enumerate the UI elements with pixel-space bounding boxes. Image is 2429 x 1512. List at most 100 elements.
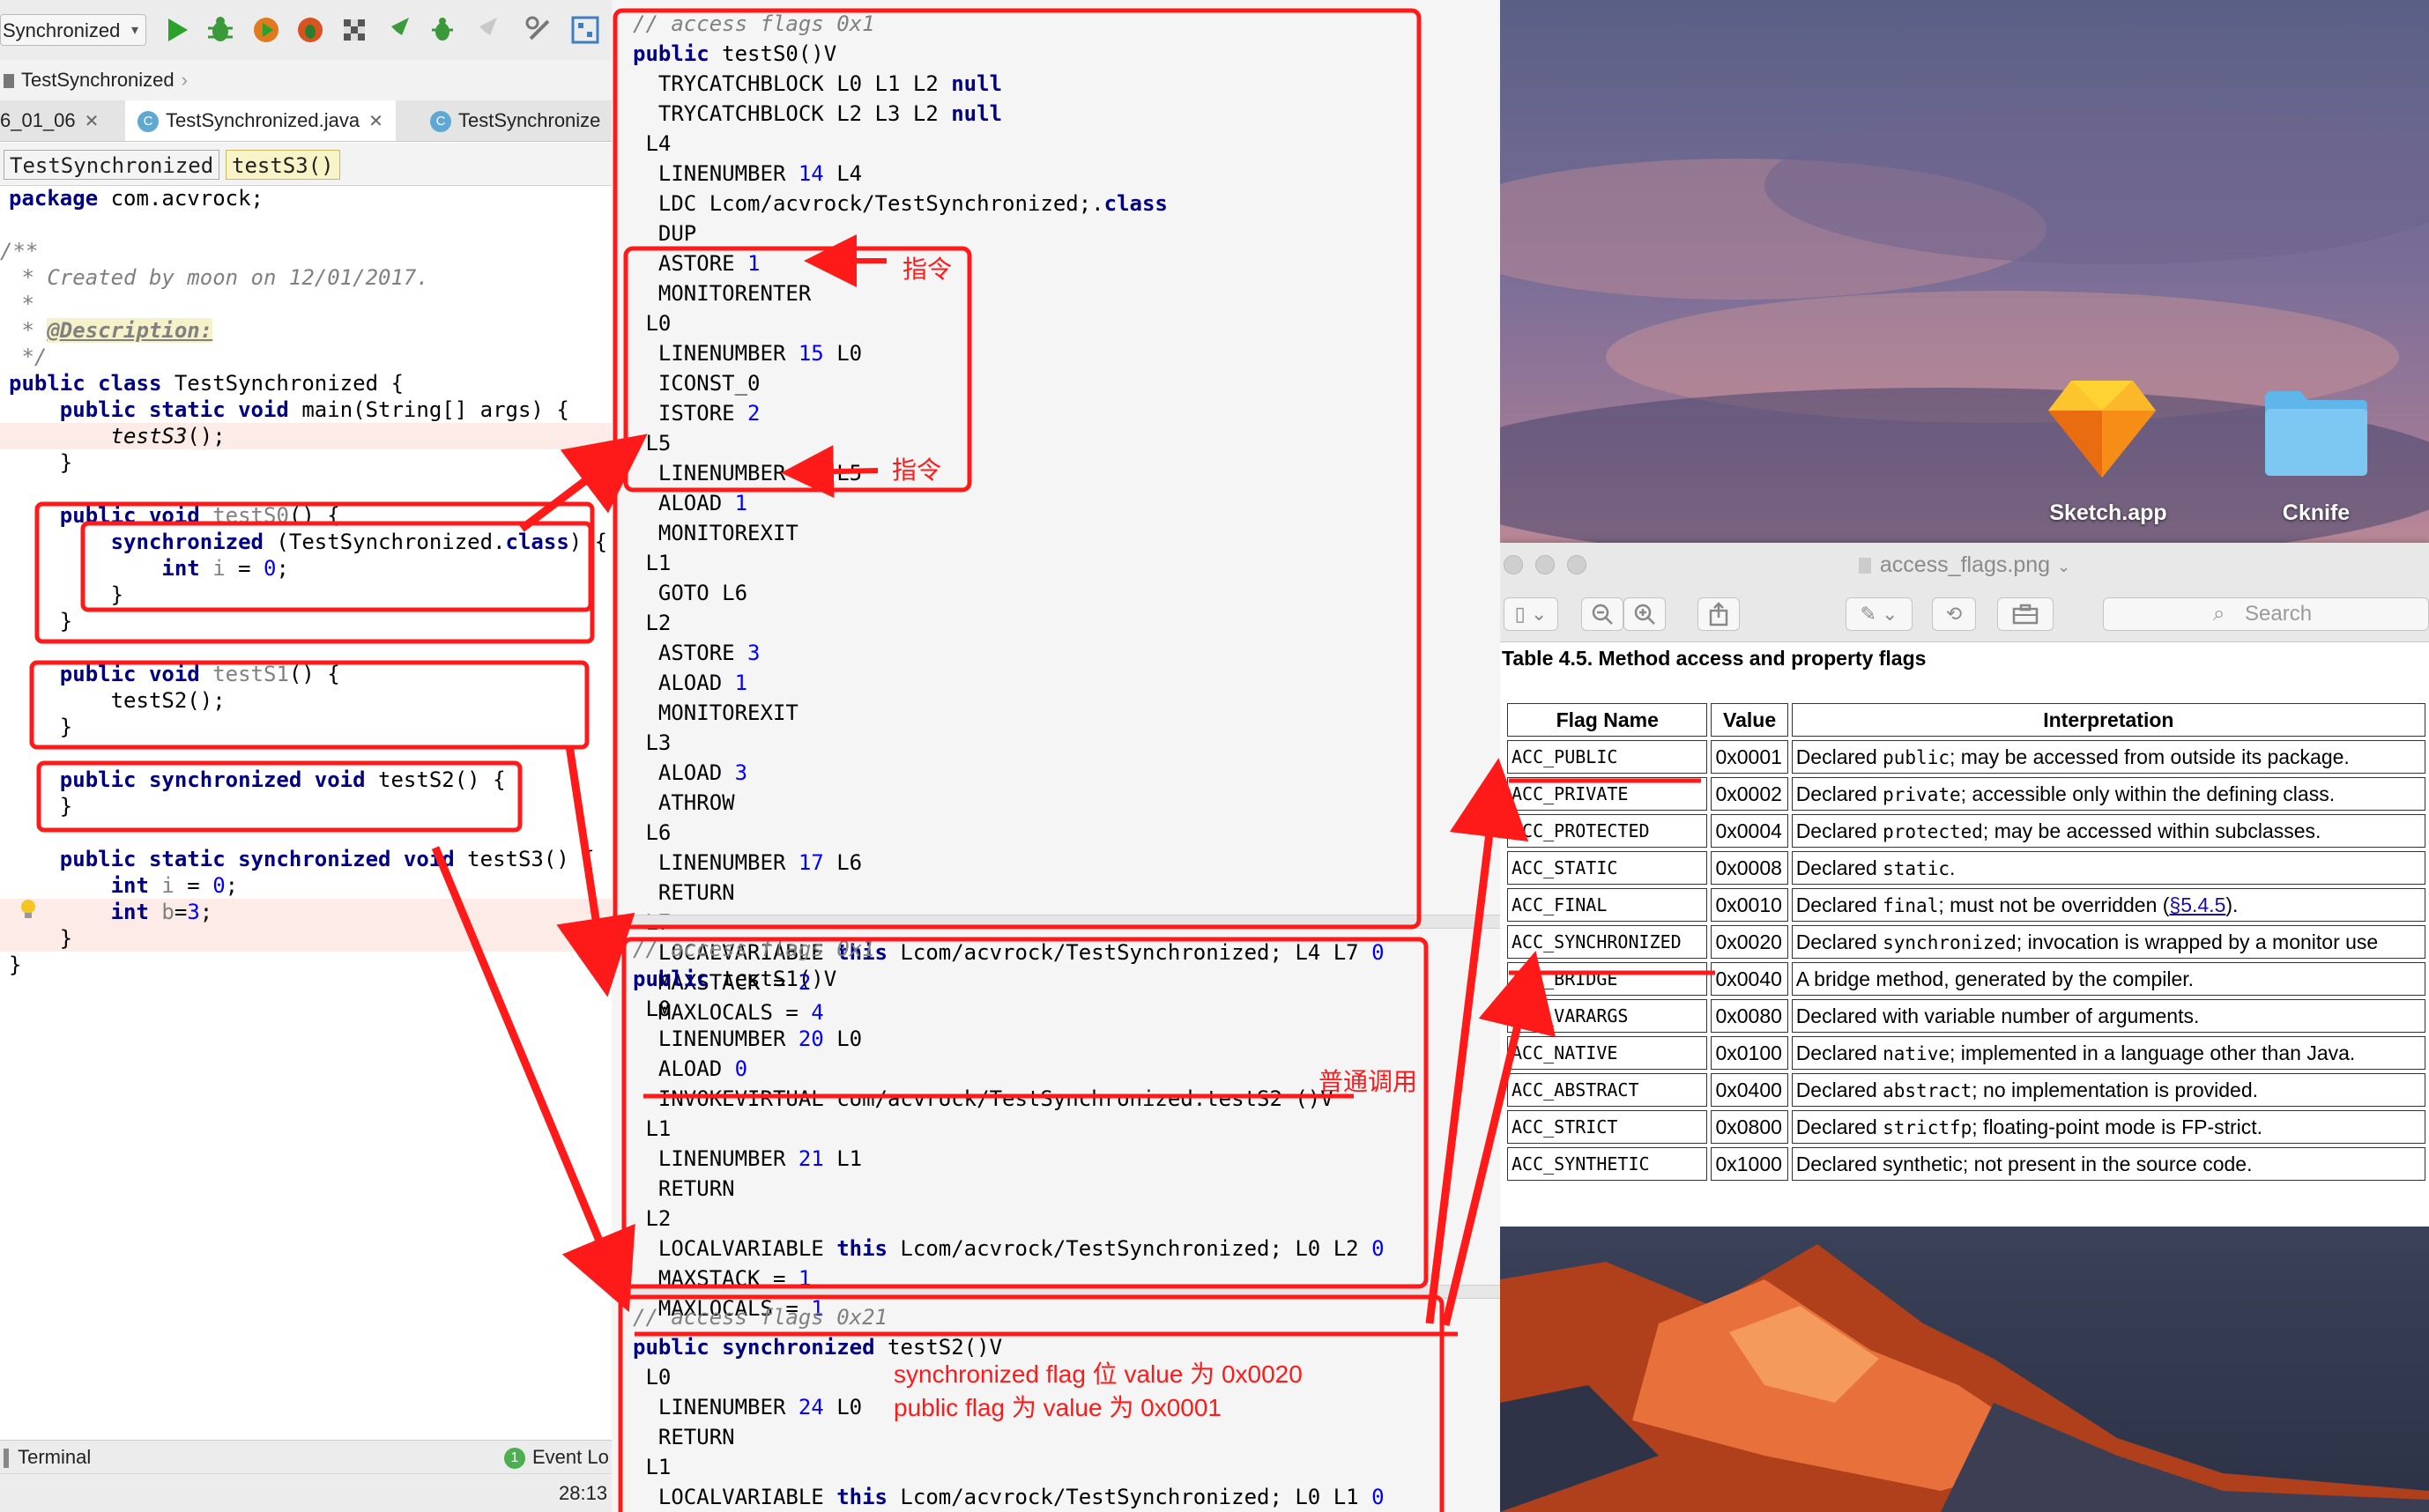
- deploy-icon[interactable]: [383, 14, 414, 46]
- search-icon: ⌕: [2213, 602, 2225, 626]
- debug-icon[interactable]: [204, 14, 236, 46]
- debug-remote-icon[interactable]: [427, 14, 458, 46]
- table-row: ACC_FINAL 0x0010 Declared final; must not …: [1507, 888, 2425, 922]
- block-separator: [612, 1285, 1500, 1299]
- annotation-normal-call: 普通调用: [1318, 1068, 1418, 1095]
- table-row: ACC_PUBLIC 0x0001 Declared public; may be …: [1507, 740, 2425, 774]
- flag-interpretation-cell: Declared with variable number of argumen…: [1791, 999, 2425, 1033]
- chevron-down-icon: ⌄: [2057, 558, 2071, 575]
- bytecode-line: // access flags 0x1: [633, 937, 875, 961]
- bytecode-line: L0: [633, 997, 672, 1021]
- code-line: public void testS1() {: [59, 662, 340, 686]
- zoom-in-icon: [1634, 604, 1655, 625]
- desktop-icon-label[interactable]: Sketch.app: [1994, 500, 2223, 526]
- status-bar: 28:13: [0, 1473, 612, 1512]
- bytecode-line: ATHROW: [633, 790, 735, 815]
- flag-name-cell: ACC_BRIDGE: [1507, 962, 1708, 996]
- close-icon[interactable]: ✕: [368, 112, 383, 131]
- sidebar-toggle-button[interactable]: ▯ ⌄: [1504, 597, 1558, 631]
- chevron-right-icon: ›: [181, 69, 188, 91]
- sketch-app-icon[interactable]: [2045, 375, 2159, 481]
- project-structure-icon[interactable]: [569, 14, 601, 46]
- flag-name-cell: ACC_SYNCHRONIZED: [1507, 925, 1708, 959]
- markup-pen-button[interactable]: ✎ ⌄: [1846, 597, 1913, 631]
- flag-interpretation-cell: A bridge method, generated by the compil…: [1791, 962, 2425, 996]
- run-coverage-icon[interactable]: [250, 14, 282, 46]
- flag-name-cell: ACC_PRIVATE: [1507, 777, 1708, 811]
- run-icon[interactable]: [160, 14, 192, 46]
- lightbulb-icon[interactable]: [19, 899, 37, 920]
- flag-interpretation-cell: Declared native; implemented in a langua…: [1791, 1036, 2425, 1070]
- folder-icon[interactable]: [2262, 386, 2371, 478]
- run-config-select[interactable]: Synchronized ▾: [0, 14, 146, 46]
- bytecode-line: ALOAD 0: [633, 1056, 748, 1081]
- bytecode-line: L2: [633, 1206, 672, 1231]
- checker-icon[interactable]: [338, 14, 370, 46]
- code-line: public synchronized void testS2() {: [59, 767, 506, 792]
- bytecode-line: INVOKEVIRTUAL com/acvrock/TestSynchroniz…: [633, 1086, 1333, 1111]
- bytecode-line: ALOAD 1: [633, 491, 748, 515]
- flag-value-cell: 0x0400: [1711, 1073, 1788, 1107]
- bytecode-line: LINENUMBER 24 L0: [633, 1395, 863, 1419]
- profile-icon[interactable]: [294, 14, 326, 46]
- ide-window: Synchronized ▾ TestSynchronized › 6_01_06…: [0, 0, 613, 1512]
- bytecode-line: L4: [633, 131, 672, 156]
- bytecode-line: TRYCATCHBLOCK L0 L1 L2 null: [633, 71, 1003, 96]
- flag-name-cell: ACC_STRICT: [1507, 1110, 1708, 1144]
- table-row: ACC_STATIC 0x0008 Declared static.: [1507, 851, 2425, 885]
- flag-name-cell: ACC_FINAL: [1507, 888, 1708, 922]
- rotate-button[interactable]: ⟲: [1932, 597, 1976, 631]
- desktop-icon-label[interactable]: Cknife: [2228, 500, 2404, 526]
- caret-position[interactable]: 28:13: [559, 1474, 607, 1512]
- bytecode-line: public testS1()V: [633, 967, 837, 991]
- bytecode-line: RETURN: [633, 880, 735, 905]
- tab-label: 6_01_06: [0, 109, 76, 131]
- share-button[interactable]: [1697, 597, 1740, 631]
- toolbox-button[interactable]: [1997, 597, 2054, 631]
- table-row: ACC_PRIVATE 0x0002 Declared private; acces…: [1507, 777, 2425, 811]
- flag-value-cell: 0x0800: [1711, 1110, 1788, 1144]
- zoom-out-button[interactable]: [1581, 597, 1623, 631]
- preview-toolbar: ▯ ⌄ ✎ ⌄ ⟲ ⌕ Search: [1500, 587, 2429, 642]
- code-line: }: [9, 952, 22, 977]
- bytecode-line: L0: [633, 1365, 672, 1390]
- table-row: ACC_SYNCHRONIZED 0x0020 Declared synchroni…: [1507, 925, 2425, 959]
- code-line: }: [9, 926, 73, 951]
- nav-method-chip[interactable]: testS3(): [226, 150, 340, 180]
- flag-value-cell: 0x0004: [1711, 814, 1788, 848]
- code-line: public static void main(String[] args) {: [59, 397, 569, 422]
- bytecode-line: LOCALVARIABLE this Lcom/acvrock/TestSync…: [633, 1236, 1385, 1261]
- settings-tools-icon[interactable]: [524, 14, 555, 46]
- bytecode-line: LOCALVARIABLE this Lcom/acvrock/TestSync…: [633, 1485, 1385, 1509]
- flag-value-cell: 0x0080: [1711, 999, 1788, 1033]
- bytecode-line: DUP: [633, 221, 697, 246]
- flag-interpretation-cell: Declared final; must not be overridden (…: [1791, 888, 2425, 922]
- terminal-tab[interactable]: Terminal: [18, 1446, 91, 1468]
- close-icon[interactable]: ✕: [85, 112, 100, 131]
- flag-interpretation-cell: Declared strictfp; floating-point mode i…: [1791, 1110, 2425, 1144]
- breadcrumb-item[interactable]: TestSynchronized: [21, 69, 175, 91]
- bytecode-line: GOTO L6: [633, 581, 748, 605]
- code-line: }: [9, 794, 73, 819]
- code-line: *: [9, 292, 34, 316]
- spec-link[interactable]: §5.4.5: [2169, 893, 2225, 916]
- tab-6-01-06[interactable]: 6_01_06 ✕: [0, 100, 102, 141]
- tab-testsynchronized-java[interactable]: C TestSynchronized.java ✕: [125, 100, 396, 141]
- tab-testsynchronize[interactable]: C TestSynchronize: [418, 100, 612, 141]
- bytecode-line: MONITOREXIT: [633, 521, 799, 545]
- folder-icon: [4, 74, 14, 89]
- bytecode-line: L2: [633, 611, 672, 635]
- bytecode-line: L1: [633, 1116, 672, 1141]
- preview-window: access_flags.png ⌄ ▯ ⌄ ✎ ⌄ ⟲ ⌕ Search Ta…: [1500, 543, 2429, 1227]
- toolbox-icon: [2012, 604, 2039, 625]
- tool-window-bar: Terminal 1 Event Lo: [0, 1440, 612, 1474]
- flag-interpretation-cell: Declared protected; may be accessed with…: [1791, 814, 2425, 848]
- nav-class-chip[interactable]: TestSynchronized: [4, 150, 220, 180]
- zoom-in-button[interactable]: [1623, 597, 1666, 631]
- deploy-disabled-icon[interactable]: [471, 14, 502, 46]
- flag-interpretation-cell: Declared synchronized; invocation is wra…: [1791, 925, 2425, 959]
- bytecode-line: L1: [633, 551, 672, 575]
- table-row: ACC_NATIVE 0x0100 Declared native; impleme…: [1507, 1036, 2425, 1070]
- event-log-tab[interactable]: 1 Event Lo: [504, 1441, 609, 1474]
- search-field[interactable]: ⌕ Search: [2103, 597, 2429, 631]
